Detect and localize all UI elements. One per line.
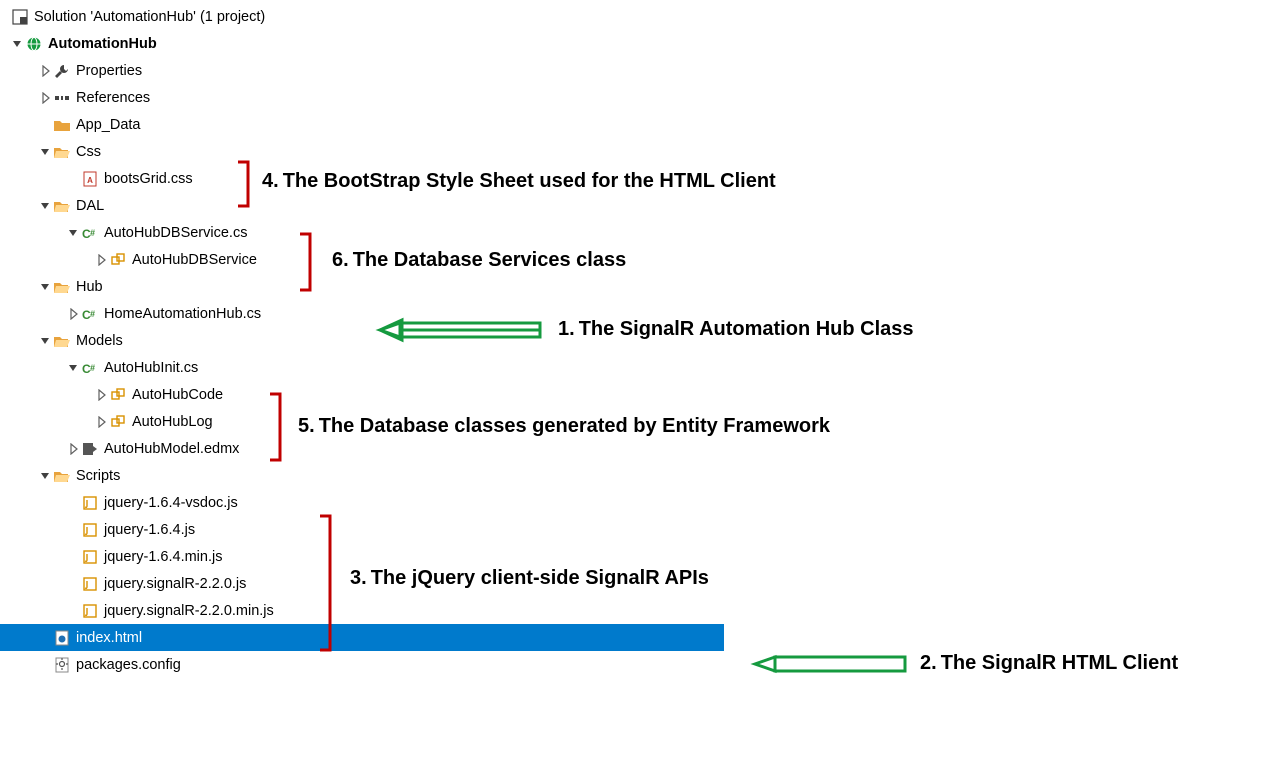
expand-icon[interactable] bbox=[12, 38, 24, 50]
js-file-icon bbox=[82, 495, 98, 511]
css-file-icon bbox=[82, 171, 98, 187]
solution-row[interactable]: Solution 'AutomationHub' (1 project) bbox=[0, 3, 1270, 30]
folder-open-icon bbox=[54, 279, 70, 295]
references-label: References bbox=[76, 90, 154, 106]
project-label: AutomationHub bbox=[48, 36, 161, 52]
appdata-row[interactable]: App_Data bbox=[0, 111, 1270, 138]
class-icon bbox=[110, 252, 126, 268]
css-folder-row[interactable]: Css bbox=[0, 138, 1270, 165]
csharp-icon bbox=[82, 306, 98, 322]
folder-open-icon bbox=[54, 468, 70, 484]
models-folder-label: Models bbox=[76, 333, 127, 349]
dal-class-row[interactable]: AutoHubDBService bbox=[0, 246, 1270, 273]
models-edmx-row[interactable]: AutoHubModel.edmx bbox=[0, 435, 1270, 462]
class-icon bbox=[110, 414, 126, 430]
class-icon bbox=[110, 387, 126, 403]
script-label: jquery.signalR-2.2.0.min.js bbox=[104, 603, 278, 619]
expand-icon[interactable] bbox=[40, 65, 52, 77]
project-icon bbox=[26, 36, 42, 52]
models-code-label: AutoHubCode bbox=[132, 387, 227, 403]
annotation-6: 6.The Database Services class bbox=[332, 249, 626, 272]
index-html-row[interactable]: index.html bbox=[0, 624, 724, 651]
expand-icon[interactable] bbox=[68, 308, 80, 320]
script-file-row[interactable]: jquery-1.6.4.js bbox=[0, 516, 1270, 543]
annotation-2: 2.The SignalR HTML Client bbox=[920, 652, 1178, 675]
annotation-3: 3.The jQuery client-side SignalR APIs bbox=[350, 567, 709, 590]
models-code-row[interactable]: AutoHubCode bbox=[0, 381, 1270, 408]
annotation-4: 4.The BootStrap Style Sheet used for the… bbox=[262, 170, 776, 193]
expand-icon[interactable] bbox=[68, 227, 80, 239]
expand-icon[interactable] bbox=[96, 254, 108, 266]
annotation-5: 5.The Database classes generated by Enti… bbox=[298, 415, 830, 438]
hub-folder-row[interactable]: Hub bbox=[0, 273, 1270, 300]
expand-icon[interactable] bbox=[40, 92, 52, 104]
expand-icon[interactable] bbox=[96, 389, 108, 401]
css-file-label: bootsGrid.css bbox=[104, 171, 197, 187]
dal-file-row[interactable]: AutoHubDBService.cs bbox=[0, 219, 1270, 246]
dal-folder-label: DAL bbox=[76, 198, 108, 214]
folder-open-icon bbox=[54, 198, 70, 214]
folder-open-icon bbox=[54, 144, 70, 160]
index-label: index.html bbox=[76, 630, 146, 646]
script-file-row[interactable]: jquery-1.6.4.min.js bbox=[0, 543, 1270, 570]
references-icon bbox=[54, 90, 70, 106]
script-label: jquery-1.6.4.js bbox=[104, 522, 199, 538]
expand-icon[interactable] bbox=[40, 335, 52, 347]
script-label: jquery-1.6.4-vsdoc.js bbox=[104, 495, 242, 511]
script-label: jquery.signalR-2.2.0.js bbox=[104, 576, 250, 592]
csharp-icon bbox=[82, 225, 98, 241]
js-file-icon bbox=[82, 603, 98, 619]
hub-file-label: HomeAutomationHub.cs bbox=[104, 306, 265, 322]
config-icon bbox=[54, 657, 70, 673]
models-init-row[interactable]: AutoHubInit.cs bbox=[0, 354, 1270, 381]
models-edmx-label: AutoHubModel.edmx bbox=[104, 441, 243, 457]
scripts-folder-row[interactable]: Scripts bbox=[0, 462, 1270, 489]
script-label: jquery-1.6.4.min.js bbox=[104, 549, 226, 565]
folder-icon bbox=[54, 117, 70, 133]
folder-open-icon bbox=[54, 333, 70, 349]
annotation-1: 1.The SignalR Automation Hub Class bbox=[558, 318, 914, 341]
expand-icon[interactable] bbox=[68, 443, 80, 455]
html-file-icon bbox=[54, 630, 70, 646]
expand-icon[interactable] bbox=[96, 416, 108, 428]
appdata-label: App_Data bbox=[76, 117, 145, 133]
edmx-icon bbox=[82, 441, 98, 457]
expand-icon[interactable] bbox=[40, 281, 52, 293]
expand-icon[interactable] bbox=[40, 200, 52, 212]
scripts-folder-label: Scripts bbox=[76, 468, 124, 484]
expand-icon[interactable] bbox=[40, 470, 52, 482]
solution-icon bbox=[12, 9, 28, 25]
dal-class-label: AutoHubDBService bbox=[132, 252, 261, 268]
css-folder-label: Css bbox=[76, 144, 105, 160]
dal-file-label: AutoHubDBService.cs bbox=[104, 225, 251, 241]
csharp-icon bbox=[82, 360, 98, 376]
references-row[interactable]: References bbox=[0, 84, 1270, 111]
expand-icon[interactable] bbox=[40, 146, 52, 158]
wrench-icon bbox=[54, 63, 70, 79]
solution-label: Solution 'AutomationHub' (1 project) bbox=[34, 9, 269, 25]
properties-label: Properties bbox=[76, 63, 146, 79]
js-file-icon bbox=[82, 576, 98, 592]
js-file-icon bbox=[82, 549, 98, 565]
properties-row[interactable]: Properties bbox=[0, 57, 1270, 84]
script-file-row[interactable]: jquery-1.6.4-vsdoc.js bbox=[0, 489, 1270, 516]
dal-folder-row[interactable]: DAL bbox=[0, 192, 1270, 219]
script-file-row[interactable]: jquery.signalR-2.2.0.min.js bbox=[0, 597, 1270, 624]
expand-icon[interactable] bbox=[68, 362, 80, 374]
js-file-icon bbox=[82, 522, 98, 538]
models-log-label: AutoHubLog bbox=[132, 414, 217, 430]
models-init-label: AutoHubInit.cs bbox=[104, 360, 202, 376]
project-row[interactable]: AutomationHub bbox=[0, 30, 1270, 57]
hub-folder-label: Hub bbox=[76, 279, 107, 295]
packages-label: packages.config bbox=[76, 657, 185, 673]
